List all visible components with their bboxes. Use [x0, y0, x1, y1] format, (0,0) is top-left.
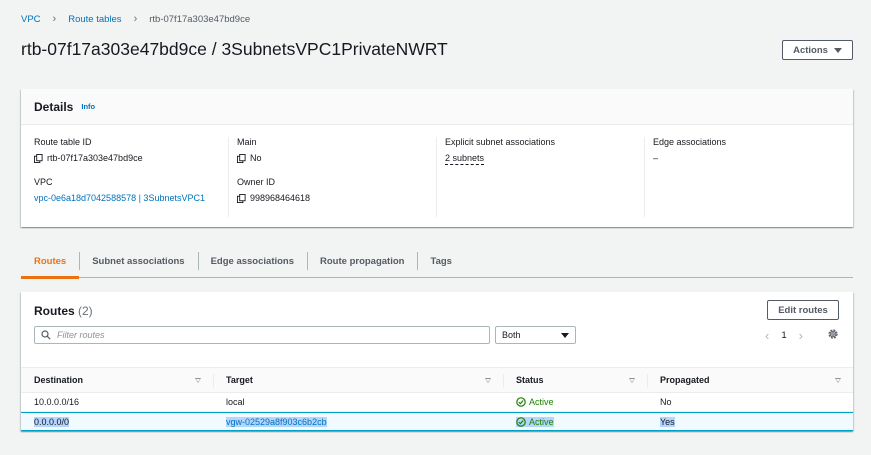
column-status-label: Status [516, 375, 544, 385]
sort-icon [195, 377, 201, 383]
main-value: No [250, 153, 262, 163]
sort-icon [629, 377, 635, 383]
owner-id-value: 998968464618 [250, 193, 311, 203]
route-table-id-value: rtb-07f17a303e47bd9ce [47, 153, 143, 163]
breadcrumb-vpc[interactable]: VPC [21, 14, 41, 25]
cell-target-link[interactable]: vgw-02529a8f903c6b2cb [226, 416, 327, 427]
check-circle-icon [516, 416, 526, 427]
column-target[interactable]: Target [213, 368, 503, 392]
details-header: Details Info [21, 89, 853, 125]
column-status[interactable]: Status [503, 368, 647, 392]
table-header: Destination Target Status Propagated [21, 367, 853, 393]
sort-icon [835, 377, 841, 383]
actions-button-label: Actions [793, 44, 828, 56]
chevron-right-icon: › [52, 13, 57, 25]
routes-count: (2) [78, 304, 93, 318]
copy-icon[interactable] [34, 153, 43, 163]
edge-associations-label: Edge associations [653, 137, 727, 147]
edit-routes-button[interactable]: Edit routes [767, 300, 839, 320]
cell-propagated: No [660, 397, 672, 407]
routes-panel: Routes (2) Edit routes Both ‹ 1 › Destin… [21, 292, 853, 431]
chevron-left-icon[interactable]: ‹ [765, 328, 769, 343]
edge-associations-value: – [653, 153, 659, 163]
column-propagated-label: Propagated [660, 375, 710, 385]
details-title: Details [34, 99, 74, 114]
cell-target: local [226, 397, 245, 407]
column-propagated[interactable]: Propagated [647, 368, 853, 392]
cell-propagated: Yes [660, 416, 675, 427]
explicit-subnet-label: Explicit subnet associations [445, 137, 556, 147]
column-target-label: Target [226, 375, 253, 385]
details-col-2: Main No Owner ID 998968464618 [229, 137, 437, 217]
tab-subnet-associations[interactable]: Subnet associations [79, 248, 197, 274]
check-circle-icon [516, 397, 526, 407]
caret-down-icon [833, 47, 842, 53]
route-table-id-label: Route table ID [34, 137, 92, 147]
cell-destination: 0.0.0.0/0 [34, 416, 70, 427]
tab-tags[interactable]: Tags [417, 248, 464, 274]
details-col-1: Route table ID rtb-07f17a303e47bd9ce VPC… [21, 137, 229, 217]
tab-edge-associations[interactable]: Edge associations [197, 248, 307, 274]
details-panel: Details Info Route table ID rtb-07f17a30… [21, 89, 853, 227]
caret-down-icon [561, 332, 569, 338]
tab-bar: Routes Subnet associations Edge associat… [21, 246, 853, 279]
routes-title: Routes (2) [34, 304, 93, 318]
column-destination-label: Destination [34, 375, 84, 385]
details-col-3: Explicit subnet associations 2 subnets [437, 137, 645, 217]
vpc-label: VPC [34, 177, 53, 187]
details-col-4: Edge associations – [645, 137, 853, 217]
page-number[interactable]: 1 [781, 330, 786, 341]
chevron-right-icon[interactable]: › [799, 328, 803, 343]
search-icon [41, 330, 51, 340]
status-badge: Active [516, 416, 554, 427]
tab-routes[interactable]: Routes [21, 248, 80, 279]
propagation-select[interactable]: Both [495, 326, 576, 344]
breadcrumb-current: rtb-07f17a303e47bd9ce [149, 13, 251, 25]
breadcrumb: VPC › Route tables › rtb-07f17a303e47bd9… [21, 13, 250, 25]
tab-route-propagation[interactable]: Route propagation [307, 248, 417, 274]
info-link[interactable]: Info [81, 102, 95, 111]
copy-icon[interactable] [237, 153, 246, 163]
actions-button[interactable]: Actions [782, 40, 853, 60]
main-label: Main [237, 137, 257, 147]
cell-status: Active [529, 416, 554, 427]
sort-icon [485, 377, 491, 383]
filter-routes-input[interactable] [57, 330, 457, 340]
gear-icon[interactable] [827, 328, 839, 340]
filter-routes-field [34, 326, 490, 344]
routes-title-text: Routes [34, 304, 75, 318]
breadcrumb-route-tables[interactable]: Route tables [68, 14, 121, 25]
vpc-link[interactable]: vpc-0e6a18d7042588578 | 3SubnetsVPC1 [34, 193, 205, 203]
cell-status: Active [529, 397, 554, 407]
copy-icon[interactable] [237, 193, 246, 203]
table-row[interactable]: 0.0.0.0/0 vgw-02529a8f903c6b2cb Active Y… [21, 412, 853, 431]
page-title: rtb-07f17a303e47bd9ce / 3SubnetsVPC1Priv… [21, 39, 448, 59]
status-badge: Active [516, 397, 554, 407]
owner-id-label: Owner ID [237, 177, 276, 187]
chevron-right-icon: › [133, 13, 138, 25]
pagination: ‹ 1 › [765, 328, 803, 343]
table-row[interactable]: 10.0.0.0/16 local Active No [21, 393, 853, 412]
cell-destination: 10.0.0.0/16 [34, 397, 80, 407]
column-destination[interactable]: Destination [21, 368, 213, 392]
propagation-select-value: Both [502, 330, 521, 340]
explicit-subnet-value[interactable]: 2 subnets [445, 153, 485, 165]
